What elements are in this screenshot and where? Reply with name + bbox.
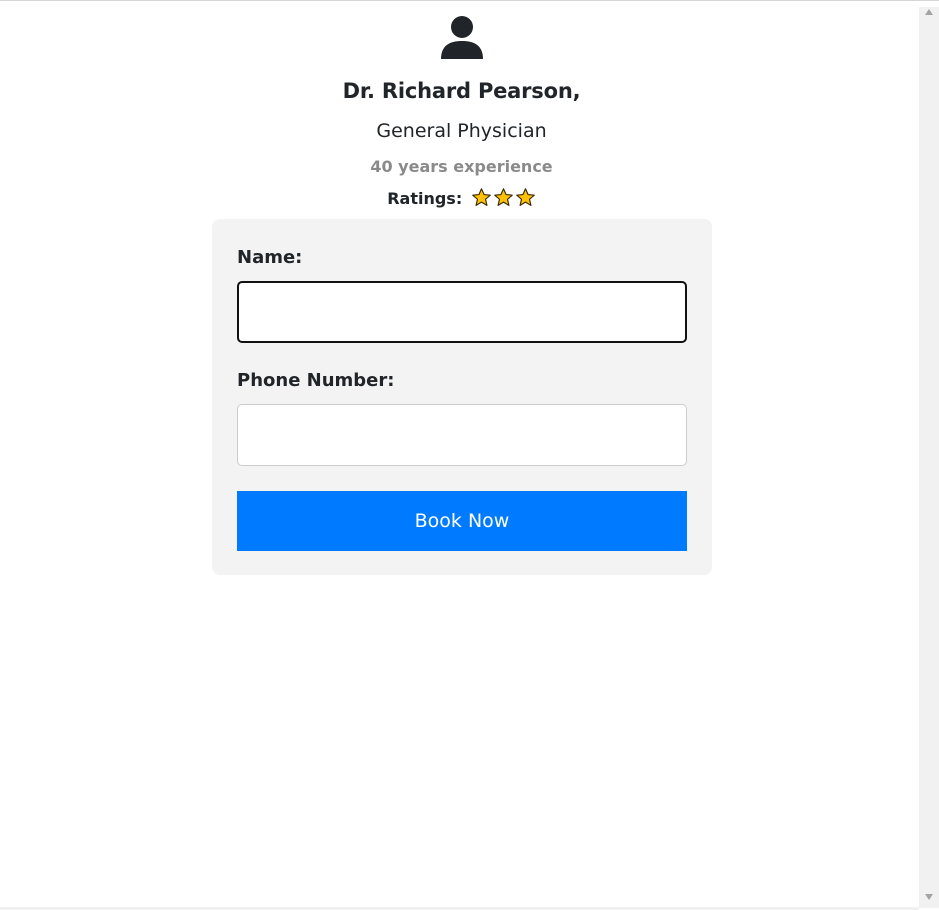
rating-stars (470, 187, 536, 212)
star-icon (471, 188, 491, 206)
doctor-ratings: Ratings: (0, 187, 923, 212)
name-input[interactable] (237, 281, 687, 343)
phone-input[interactable] (237, 404, 687, 466)
doctor-experience: 40 years experience (370, 157, 553, 176)
scroll-up-arrow-icon[interactable] (925, 9, 933, 15)
book-now-button[interactable]: Book Now (237, 491, 687, 551)
doctor-name: Dr. Richard Pearson, (342, 79, 581, 103)
user-icon (441, 16, 483, 59)
booking-form: Name: Phone Number: Book Now (212, 219, 712, 575)
vertical-scrollbar[interactable] (919, 7, 939, 908)
phone-label: Phone Number: (237, 370, 395, 391)
star-icon (493, 188, 513, 206)
booking-page: Dr. Richard Pearson, General Physician 4… (0, 1, 919, 908)
scroll-down-arrow-icon[interactable] (925, 894, 933, 900)
doctor-specialty: General Physician (376, 120, 547, 142)
name-label: Name: (237, 247, 303, 268)
star-icon (515, 188, 535, 206)
ratings-label: Ratings: (387, 189, 463, 208)
